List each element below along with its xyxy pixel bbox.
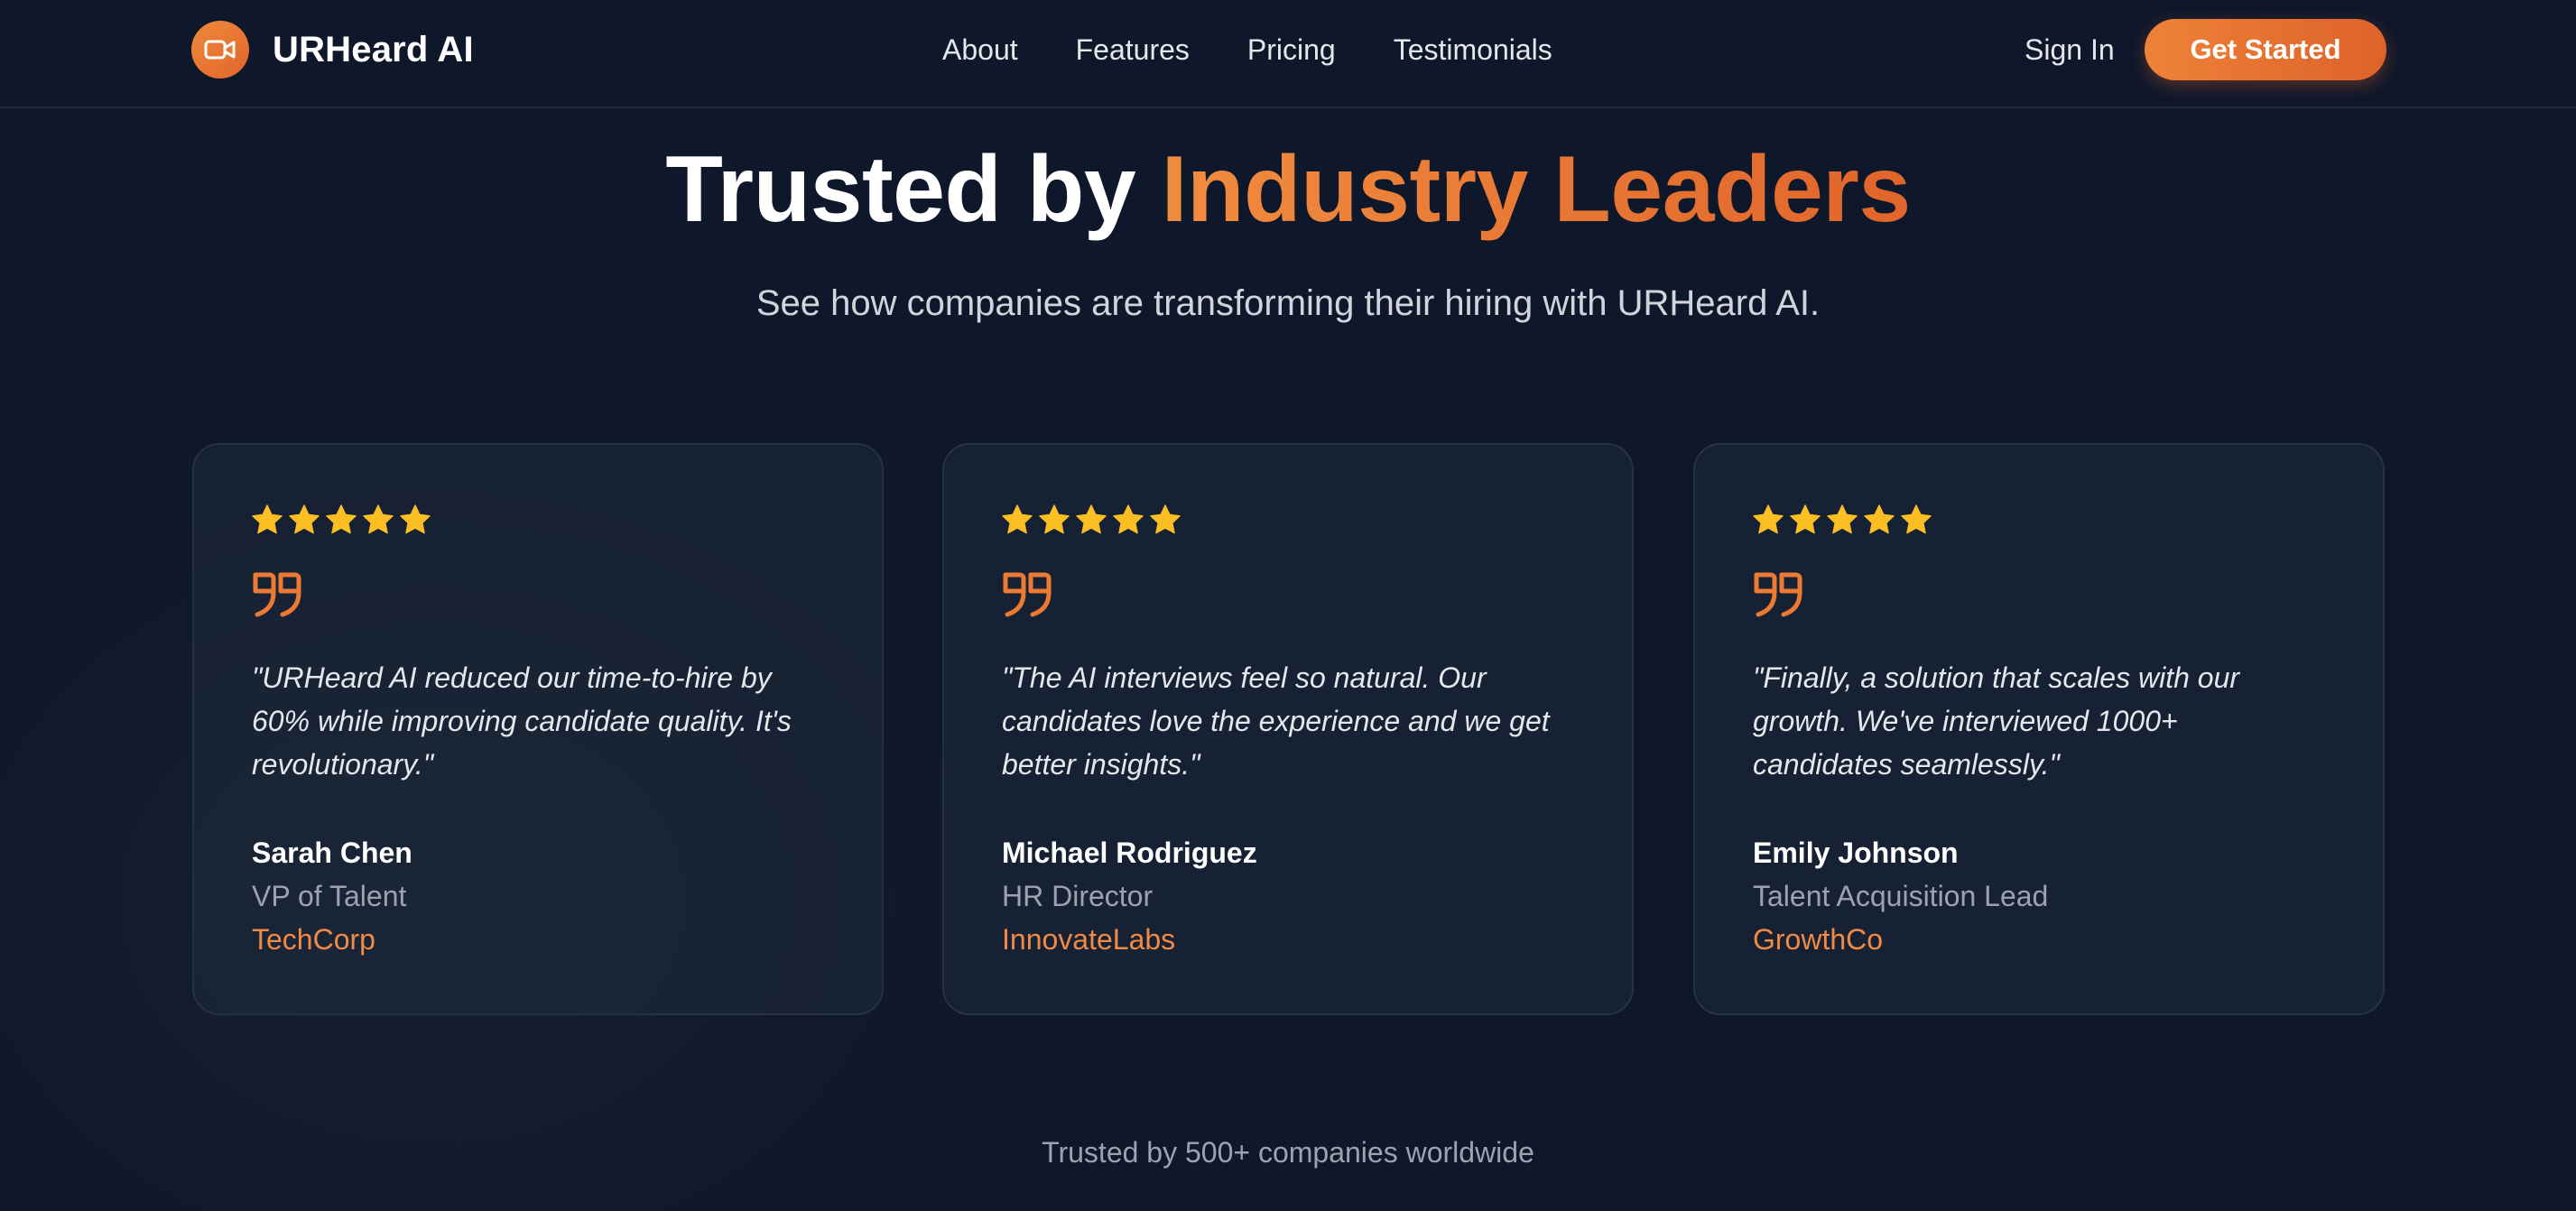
star-icon <box>1862 503 1896 542</box>
star-icon <box>250 503 284 542</box>
video-camera-icon <box>191 21 249 79</box>
testimonial-name: Emily Johnson <box>1753 837 1959 869</box>
quote-icon <box>1000 569 1574 624</box>
star-icon <box>1000 503 1034 542</box>
star-icon <box>1825 503 1859 542</box>
testimonial-name: Sarah Chen <box>252 837 412 869</box>
testimonial-quote: "URHeard AI reduced our time-to-hire by … <box>252 661 792 781</box>
star-icon <box>1751 503 1785 542</box>
trust-note: Trusted by 500+ companies worldwide <box>1042 1136 1534 1169</box>
star-icon <box>287 503 321 542</box>
star-rating <box>1000 503 1574 542</box>
nav-link-features[interactable]: Features <box>1076 27 1190 72</box>
star-icon <box>1111 503 1145 542</box>
page-title-accent: Industry Leaders <box>1161 137 1912 242</box>
page-title: Trusted by Industry Leaders <box>0 135 2576 244</box>
testimonial-role: Talent Acquisition Lead <box>1753 880 2049 912</box>
testimonial-name: Michael Rodriguez <box>1002 837 1257 869</box>
testimonial-quote: "Finally, a solution that scales with ou… <box>1753 661 2240 781</box>
quote-icon <box>1751 569 2325 624</box>
star-rating <box>250 503 824 542</box>
page-subtitle: See how companies are transforming their… <box>755 283 1821 323</box>
quote-icon <box>250 569 824 624</box>
star-icon <box>1788 503 1822 542</box>
sign-in-link[interactable]: Sign In <box>2025 27 2115 72</box>
star-icon <box>1074 503 1108 542</box>
testimonial-role: HR Director <box>1002 880 1154 912</box>
testimonial-company: TechCorp <box>252 923 375 956</box>
testimonial-quote: "The AI interviews feel so natural. Our … <box>1002 661 1550 781</box>
star-icon <box>398 503 432 542</box>
nav-link-pricing[interactable]: Pricing <box>1247 27 1336 72</box>
testimonial-role: VP of Talent <box>252 880 407 912</box>
nav-link-testimonials[interactable]: Testimonials <box>1394 27 1552 72</box>
nav-link-about[interactable]: About <box>942 27 1018 72</box>
testimonial-company: GrowthCo <box>1753 923 1884 956</box>
testimonial-card: "URHeard AI reduced our time-to-hire by … <box>192 443 884 1015</box>
testimonial-company: InnovateLabs <box>1002 923 1176 956</box>
testimonial-card: "Finally, a solution that scales with ou… <box>1693 443 2385 1015</box>
testimonial-card: "The AI interviews feel so natural. Our … <box>942 443 1634 1015</box>
star-icon <box>361 503 395 542</box>
nav-links: About Features Pricing Testimonials <box>942 27 1552 72</box>
star-rating <box>1751 503 2325 542</box>
brand-name: URHeard AI <box>273 29 474 69</box>
star-icon <box>324 503 358 542</box>
get-started-button[interactable]: Get Started <box>2145 19 2386 80</box>
page-title-plain: Trusted by <box>665 137 1162 242</box>
star-icon <box>1037 503 1071 542</box>
brand-link[interactable]: URHeard AI <box>191 20 474 79</box>
star-icon <box>1899 503 1933 542</box>
star-icon <box>1148 503 1182 542</box>
top-navbar: URHeard AI About Features Pricing Testim… <box>0 0 2576 108</box>
